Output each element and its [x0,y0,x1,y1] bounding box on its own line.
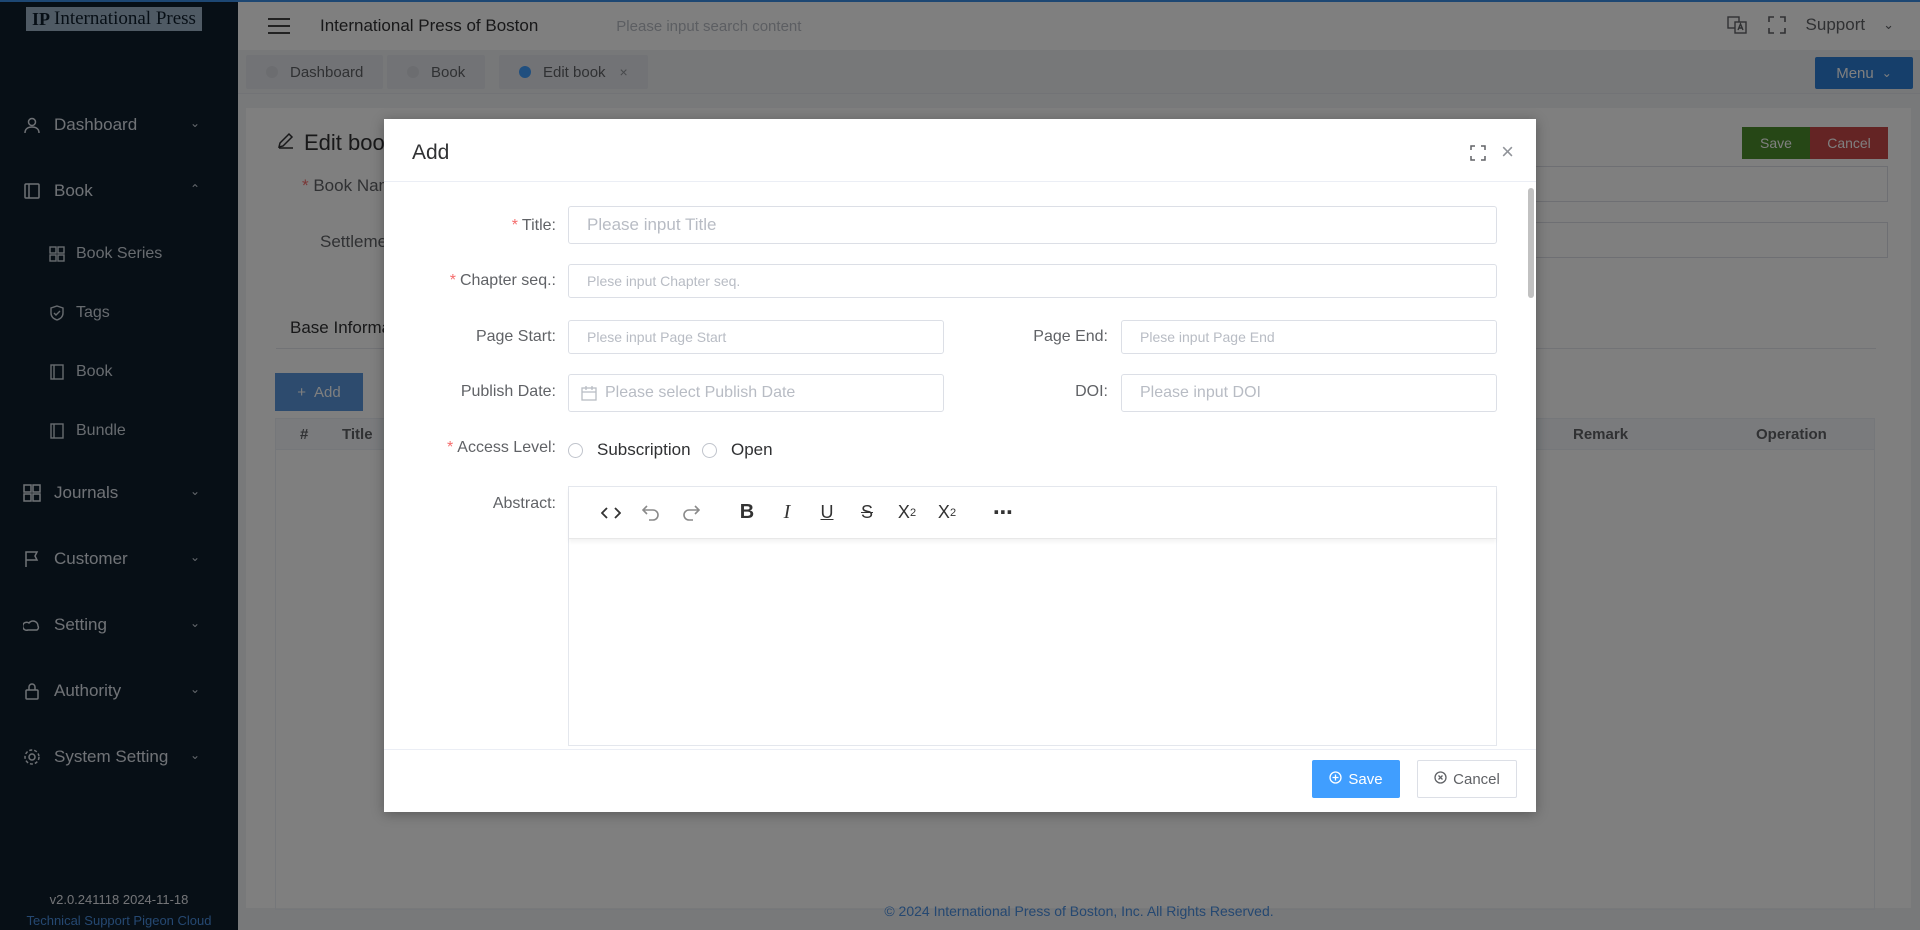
radio-circle [702,442,717,458]
radio-open[interactable]: Open [702,440,773,460]
strikethrough-icon[interactable]: S [847,497,887,529]
dialog-save-label: Save [1348,770,1383,788]
close-circle-icon [1434,770,1447,788]
doi-label: DOI: [1075,383,1108,400]
abstract-label: Abstract: [492,495,556,512]
maximize-icon[interactable] [1470,145,1486,161]
underline-icon[interactable]: U [807,497,847,529]
page-start-input[interactable]: Plese input Page Start [568,320,944,354]
subscript-icon[interactable]: X2 [887,497,927,529]
editor-toolbar: B I U S X2 X2 ⋯ [569,487,1496,539]
undo-icon[interactable] [631,497,671,529]
dialog-title: Add [412,141,450,164]
italic-icon[interactable]: I [767,497,807,529]
calendar-icon [581,385,597,401]
more-icon[interactable]: ⋯ [983,497,1023,529]
dialog-save-button[interactable]: Save [1312,760,1400,798]
radio-circle [568,442,583,458]
dialog-cancel-button[interactable]: Cancel [1417,760,1517,798]
chapter-seq-label: * Chapter seq.: [449,272,556,289]
radio-subscription[interactable]: Subscription [568,440,691,460]
redo-icon[interactable] [671,497,711,529]
page-end-input[interactable]: Plese input Page End [1121,320,1497,354]
page-end-label: Page End: [1033,328,1108,345]
bold-icon[interactable]: B [727,497,767,529]
chapter-seq-input[interactable]: Plese input Chapter seq. [568,264,1497,298]
abstract-editor[interactable]: B I U S X2 X2 ⋯ [568,486,1497,746]
add-dialog: Add × * Title: Please input Title * Chapte… [384,119,1536,812]
dialog-footer: Save Cancel [384,749,1536,812]
close-icon[interactable]: × [1501,141,1514,163]
title-label: * Title: [511,217,556,234]
doi-input[interactable]: Please input DOI [1121,374,1497,412]
dialog-body: * Title: Please input Title * Chapter seq.… [384,182,1536,749]
page-start-label: Page Start: [475,328,556,345]
publish-date-picker[interactable]: Please select Publish Date [568,374,944,412]
code-icon[interactable] [591,497,631,529]
title-input[interactable]: Please input Title [568,206,1497,244]
publish-date-placeholder: Please select Publish Date [605,384,796,401]
superscript-icon[interactable]: X2 [927,497,967,529]
publish-date-label: Publish Date: [460,383,556,400]
radio-label: Subscription [597,440,691,459]
access-level-label: * Access Level: [447,439,556,456]
radio-label: Open [731,440,773,459]
dialog-cancel-label: Cancel [1453,770,1500,788]
scrollbar-thumb[interactable] [1528,188,1534,298]
plus-circle-icon [1329,770,1343,788]
dialog-header: Add × [384,119,1536,182]
